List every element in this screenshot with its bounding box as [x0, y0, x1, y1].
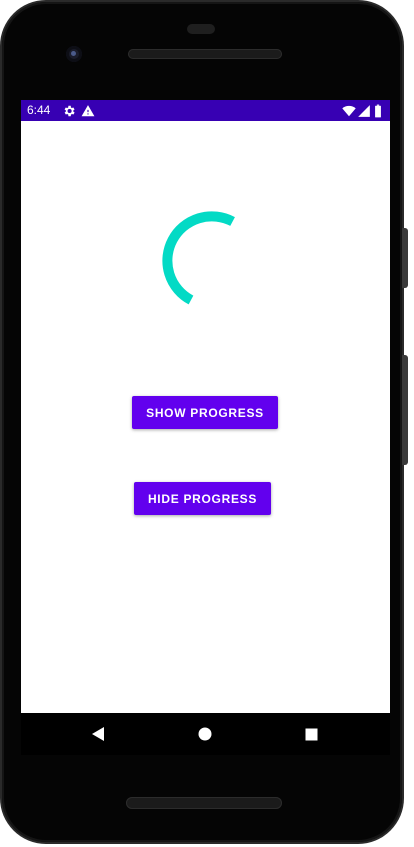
warning-icon: [81, 104, 95, 118]
circular-progress-indicator: [162, 211, 235, 305]
cellular-signal-icon: [357, 104, 371, 118]
back-icon[interactable]: [88, 724, 108, 744]
device-screen: 6:44 SHOW PROGRESS HIDE PROGRESS: [21, 100, 390, 713]
earpiece: [187, 24, 215, 34]
front-camera-icon: [66, 46, 82, 62]
progress-arc: [162, 211, 235, 305]
status-time: 6:44: [27, 103, 51, 117]
home-icon[interactable]: [195, 724, 215, 744]
hide-progress-button[interactable]: HIDE PROGRESS: [134, 482, 271, 515]
show-progress-button[interactable]: SHOW PROGRESS: [132, 396, 278, 429]
navigation-bar: [21, 713, 390, 755]
top-speaker-grille: [128, 49, 282, 59]
bottom-speaker-grille: [126, 797, 282, 809]
power-button: [402, 355, 408, 465]
phone-body: 6:44 SHOW PROGRESS HIDE PROGRESS: [2, 2, 402, 842]
gear-icon: [62, 104, 76, 118]
app-content: SHOW PROGRESS HIDE PROGRESS: [21, 121, 390, 713]
status-bar: 6:44: [21, 100, 390, 121]
wifi-icon: [342, 104, 356, 118]
volume-button: [402, 228, 408, 288]
battery-icon: [373, 104, 383, 118]
emulator-frame: 6:44 SHOW PROGRESS HIDE PROGRESS: [0, 0, 414, 847]
recents-icon[interactable]: [301, 724, 321, 744]
